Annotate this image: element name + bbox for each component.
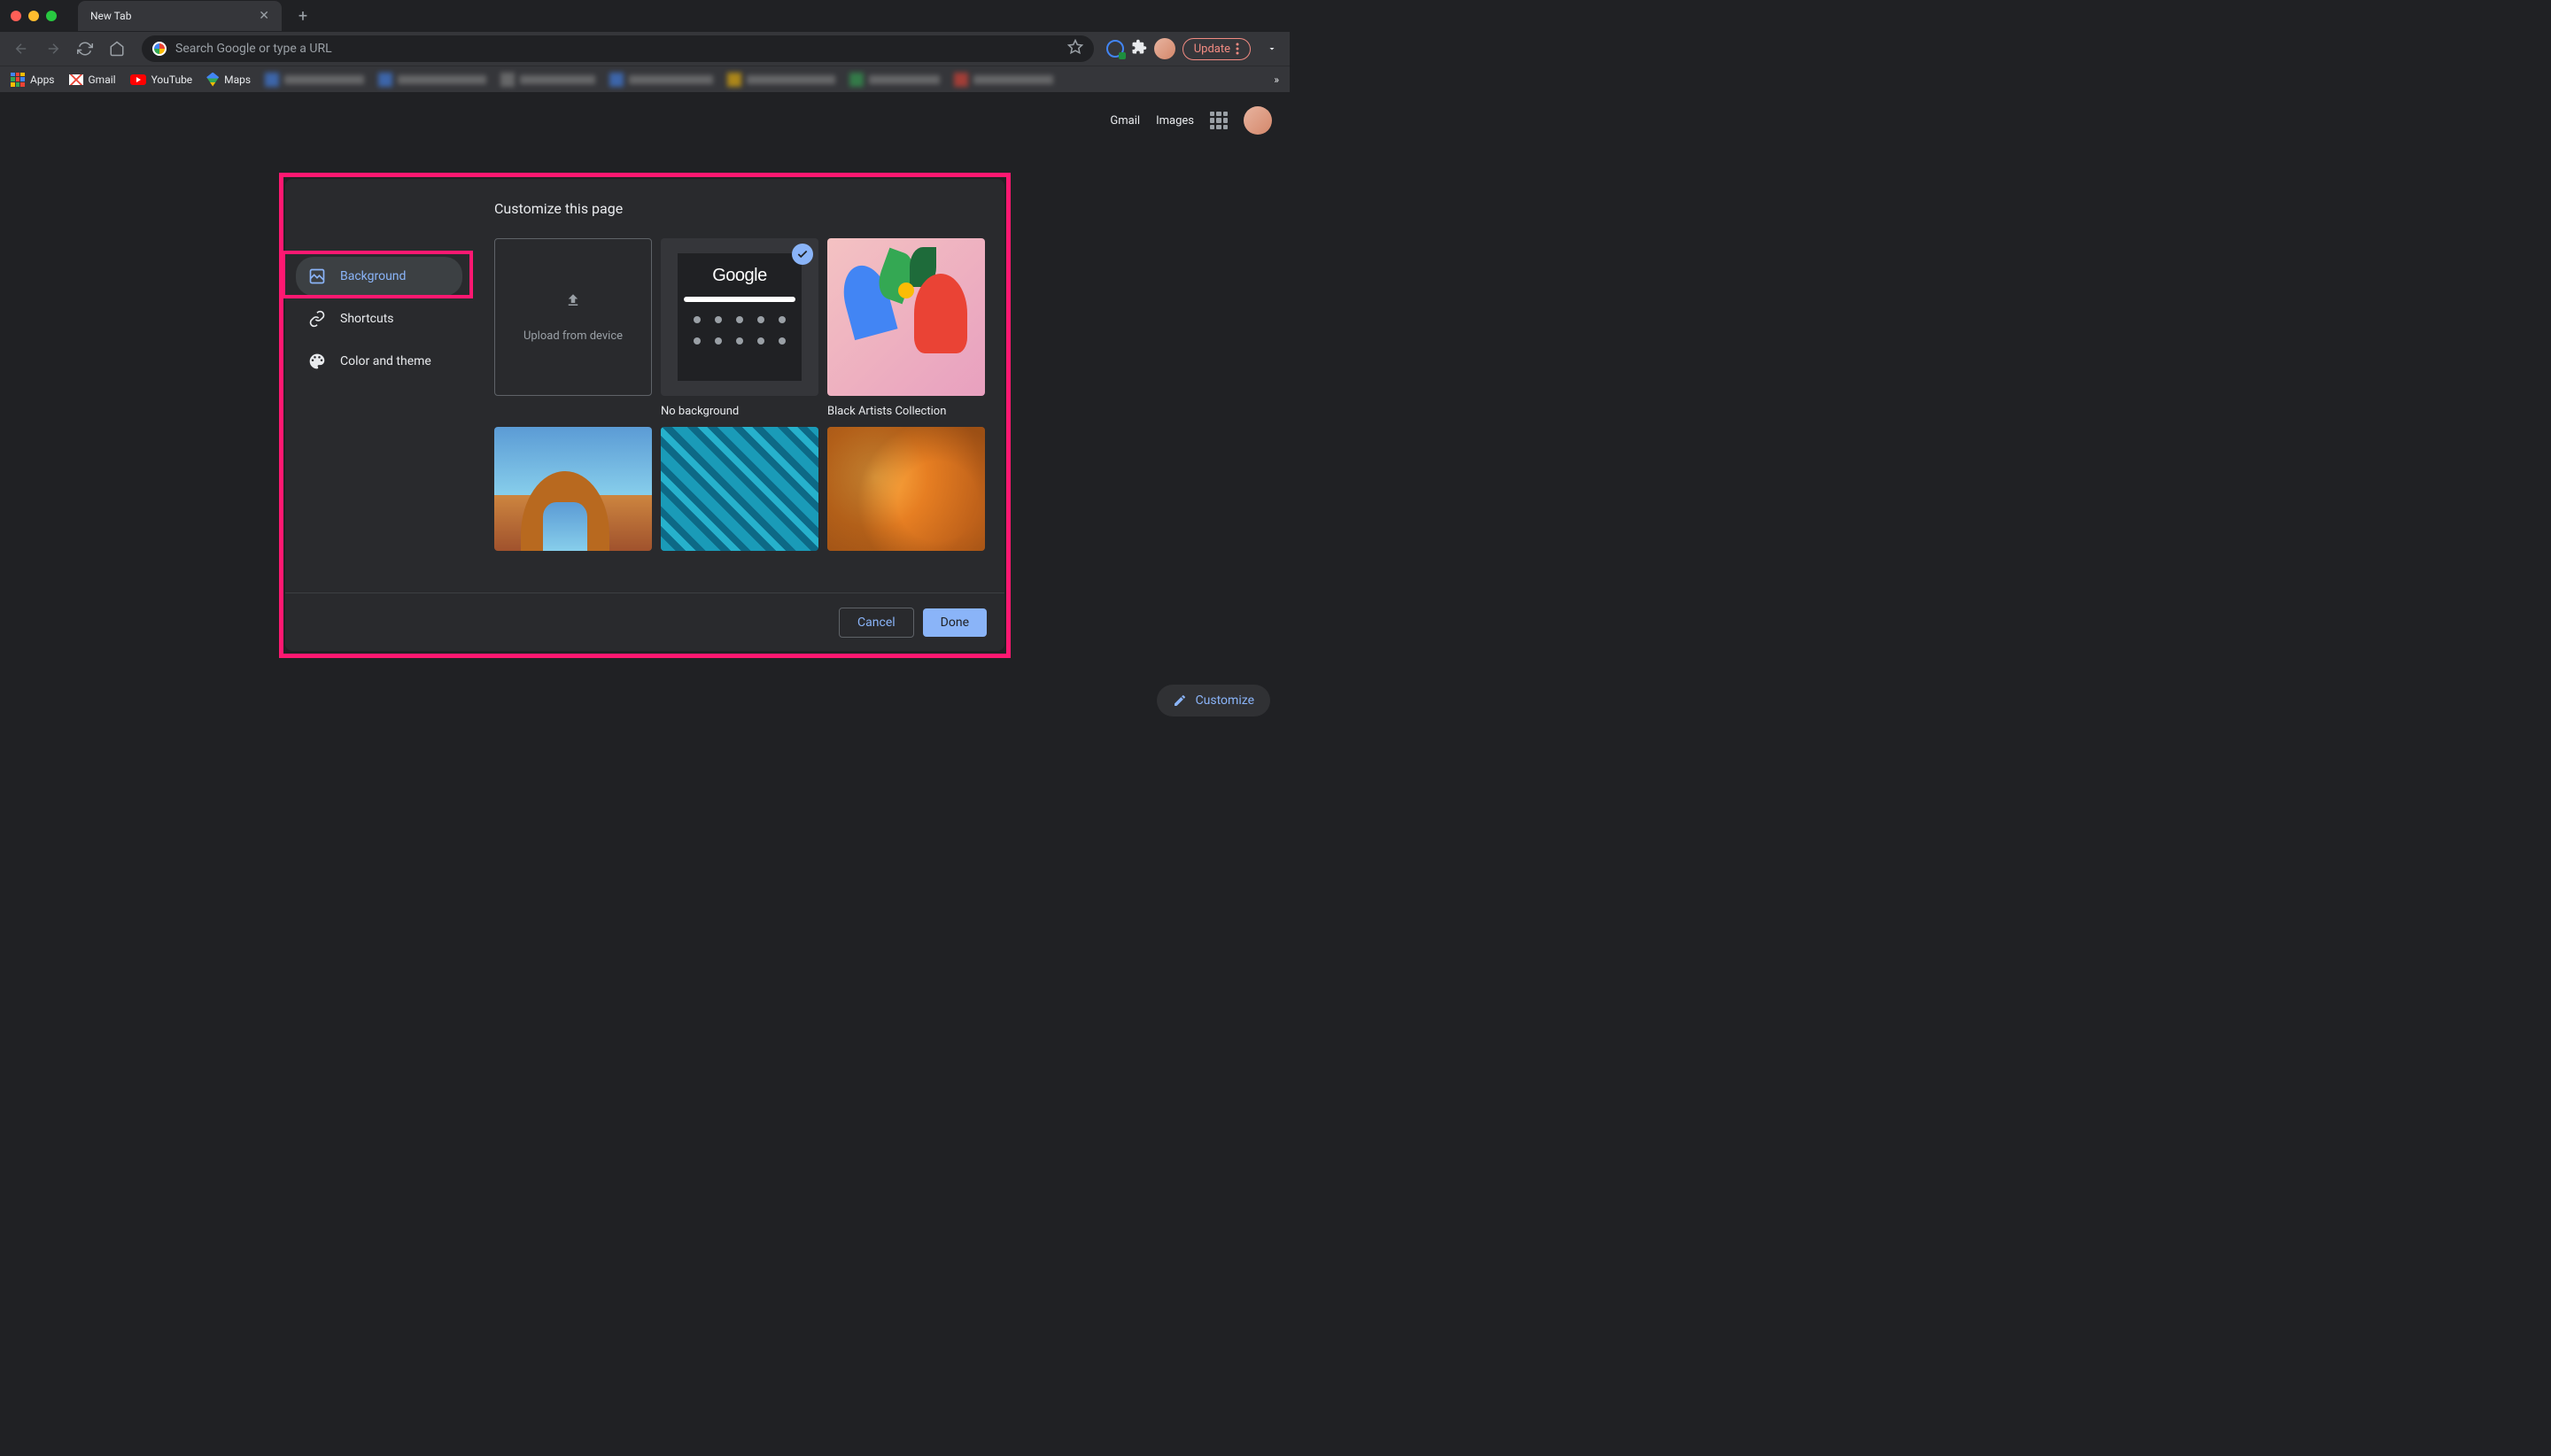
done-button[interactable]: Done	[923, 608, 987, 637]
tile-landscape	[494, 427, 652, 551]
bookmark-maps[interactable]: Maps	[206, 73, 251, 87]
tile-label: Black Artists Collection	[827, 405, 985, 418]
bookmark-youtube[interactable]: YouTube	[130, 74, 193, 86]
tile-upload: Upload from device	[494, 238, 652, 418]
cancel-button[interactable]: Cancel	[839, 608, 914, 638]
upload-button[interactable]: Upload from device	[494, 238, 652, 396]
no-background-option[interactable]: Google	[661, 238, 818, 396]
selected-check-icon	[792, 244, 813, 265]
home-button[interactable]	[105, 36, 129, 61]
tile-autumn	[827, 427, 985, 551]
customize-fab[interactable]: Customize	[1157, 685, 1270, 716]
address-bar[interactable]	[142, 35, 1094, 62]
customize-label: Customize	[1196, 693, 1254, 708]
bookmark-item[interactable]	[849, 73, 940, 87]
tile-no-background: Google No background	[661, 238, 818, 418]
customize-dialog: Background Shortcuts Color and theme Cus…	[285, 179, 1004, 651]
art-shape	[910, 247, 936, 287]
page-header-links: Gmail Images	[1110, 106, 1272, 135]
apps-icon	[11, 73, 25, 87]
sidebar-label: Color and theme	[340, 354, 431, 368]
maximize-window-button[interactable]	[46, 11, 57, 21]
dialog-title: Customize this page	[494, 200, 983, 217]
google-icon	[152, 42, 167, 56]
palette-icon	[308, 352, 326, 370]
new-tab-button[interactable]: +	[291, 4, 315, 28]
tile-geometric	[661, 427, 818, 551]
collection-geometric[interactable]	[661, 427, 818, 551]
sidebar-item-color[interactable]: Color and theme	[296, 342, 462, 381]
bookmark-item[interactable]	[500, 73, 595, 87]
minimize-window-button[interactable]	[28, 11, 39, 21]
gmail-link[interactable]: Gmail	[1110, 114, 1140, 128]
collection-textures[interactable]	[827, 427, 985, 551]
tile-black-artists: Black Artists Collection	[827, 238, 985, 418]
profile-avatar-small[interactable]	[1154, 38, 1175, 59]
bookmark-label: Apps	[30, 74, 55, 86]
google-logo: Google	[712, 266, 767, 286]
art-shape	[898, 283, 914, 298]
tile-label: No background	[661, 405, 818, 418]
pencil-icon	[1173, 693, 1187, 708]
window-titlebar: New Tab ✕ +	[0, 0, 1290, 32]
upload-label: Upload from device	[523, 329, 623, 343]
bookmark-label: Gmail	[89, 74, 116, 86]
dialog-sidebar: Background Shortcuts Color and theme	[285, 179, 473, 592]
bookmark-item[interactable]	[265, 73, 364, 87]
bookmarks-bar: Apps Gmail YouTube Maps »	[0, 66, 1290, 92]
bookmark-item[interactable]	[378, 73, 486, 87]
close-tab-icon[interactable]: ✕	[259, 9, 269, 23]
browser-tab[interactable]: New Tab ✕	[78, 1, 282, 31]
search-bar-preview	[684, 297, 795, 302]
update-label: Update	[1194, 43, 1230, 56]
extensions-icon[interactable]	[1131, 39, 1147, 58]
window-controls	[11, 11, 57, 21]
youtube-icon	[130, 74, 146, 85]
bookmark-item[interactable]	[727, 73, 835, 87]
sidebar-label: Shortcuts	[340, 312, 394, 326]
bookmarks-overflow-icon[interactable]: »	[1274, 74, 1279, 86]
upload-icon	[565, 292, 581, 308]
sidebar-label: Background	[340, 269, 406, 283]
bookmark-item[interactable]	[954, 73, 1053, 87]
chevron-down-icon[interactable]	[1263, 40, 1281, 58]
collection-landscapes[interactable]	[494, 427, 652, 551]
google-apps-icon[interactable]	[1210, 112, 1228, 129]
link-icon	[308, 310, 326, 328]
bookmark-apps[interactable]: Apps	[11, 73, 55, 87]
back-button[interactable]	[9, 36, 34, 61]
collection-black-artists[interactable]	[827, 238, 985, 396]
dialog-main: Customize this page Upload from device	[473, 179, 1004, 592]
more-vert-icon	[1236, 43, 1239, 55]
image-icon	[308, 267, 326, 285]
bookmark-label: Maps	[224, 74, 251, 86]
images-link[interactable]: Images	[1156, 114, 1194, 128]
bookmark-label: YouTube	[151, 74, 193, 86]
close-window-button[interactable]	[11, 11, 21, 21]
profile-avatar[interactable]	[1244, 106, 1272, 135]
reload-button[interactable]	[73, 36, 97, 61]
shortcuts-preview	[694, 316, 786, 345]
extension-badge-icon[interactable]	[1106, 40, 1124, 58]
bookmark-star-icon[interactable]	[1067, 39, 1083, 58]
forward-button[interactable]	[41, 36, 66, 61]
maps-icon	[206, 73, 219, 87]
sidebar-item-background[interactable]: Background	[296, 257, 462, 296]
dialog-footer: Cancel Done	[285, 592, 1004, 651]
no-background-preview: Google	[678, 253, 802, 381]
tab-title: New Tab	[90, 10, 131, 22]
gmail-icon	[69, 74, 83, 85]
bookmark-item[interactable]	[609, 73, 713, 87]
update-button[interactable]: Update	[1182, 38, 1251, 60]
browser-toolbar: Update	[0, 32, 1290, 66]
sidebar-item-shortcuts[interactable]: Shortcuts	[296, 299, 462, 338]
search-input[interactable]	[175, 42, 1058, 56]
bookmark-gmail[interactable]: Gmail	[69, 74, 116, 86]
